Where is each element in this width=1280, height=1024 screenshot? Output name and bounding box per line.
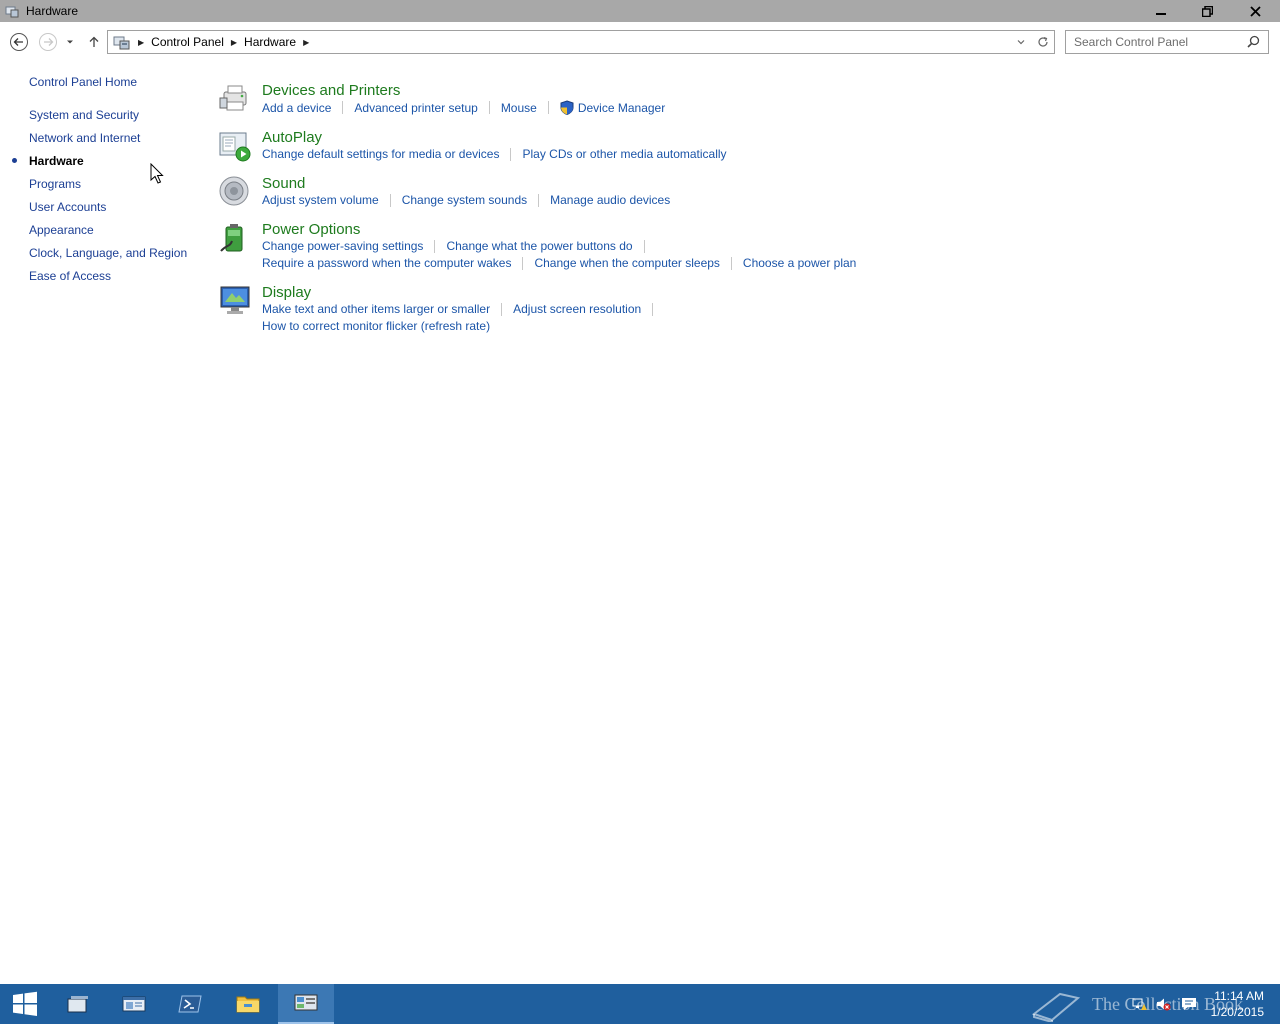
display-link[interactable]: Display xyxy=(262,284,311,301)
control-panel-icon xyxy=(113,34,131,50)
change-system-sounds-link[interactable]: Change system sounds xyxy=(402,193,527,207)
nav-network-and-internet[interactable]: Network and Internet xyxy=(29,131,140,145)
nav-hardware[interactable]: Hardware xyxy=(29,154,84,168)
add-a-device-link[interactable]: Add a device xyxy=(262,101,331,115)
choose-power-plan-link[interactable]: Choose a power plan xyxy=(743,256,856,270)
nav-clock-language-region[interactable]: Clock, Language, and Region xyxy=(29,246,187,260)
recent-locations-dropdown[interactable] xyxy=(61,31,79,53)
windows-logo-icon xyxy=(13,991,37,1016)
breadcrumb-arrow-icon[interactable]: ▶ xyxy=(303,38,309,47)
separator xyxy=(510,147,512,161)
nav-user-accounts[interactable]: User Accounts xyxy=(29,200,106,214)
breadcrumb-arrow-icon[interactable]: ▶ xyxy=(231,38,237,47)
printer-icon[interactable] xyxy=(218,82,252,116)
nav-programs[interactable]: Programs xyxy=(29,177,81,191)
server-manager-button[interactable] xyxy=(106,984,162,1024)
separator xyxy=(389,193,391,207)
address-bar[interactable]: ▶ Control Panel ▶ Hardware ▶ xyxy=(107,30,1055,54)
uac-shield-icon xyxy=(560,100,574,115)
adjust-screen-resolution-link[interactable]: Adjust screen resolution xyxy=(513,302,641,316)
clock-date: 1/20/2015 xyxy=(1210,1005,1264,1019)
powershell-button[interactable] xyxy=(162,984,218,1024)
title-bar: Hardware xyxy=(0,0,1280,22)
refresh-icon[interactable] xyxy=(1032,36,1054,48)
file-explorer-button[interactable] xyxy=(220,984,276,1024)
start-button[interactable] xyxy=(0,984,50,1024)
taskbar: The Collection Book 11:14 AM 1/20/2015 xyxy=(0,984,1280,1024)
breadcrumb-control-panel[interactable]: Control Panel xyxy=(151,35,224,49)
network-icon[interactable] xyxy=(1128,996,1150,1012)
change-power-buttons-link[interactable]: Change what the power buttons do xyxy=(446,239,632,253)
search-box[interactable] xyxy=(1065,30,1269,54)
control-panel-icon xyxy=(4,3,20,19)
change-default-media-settings-link[interactable]: Change default settings for media or dev… xyxy=(262,147,499,161)
devices-and-printers-link[interactable]: Devices and Printers xyxy=(262,82,400,99)
correct-monitor-flicker-link[interactable]: How to correct monitor flicker (refresh … xyxy=(262,319,490,333)
separator xyxy=(643,239,645,253)
separator xyxy=(547,101,549,114)
speaker-icon[interactable] xyxy=(218,175,252,209)
separator xyxy=(342,101,344,114)
control-panel-taskbar-button[interactable] xyxy=(278,984,334,1024)
nav-system-and-security[interactable]: System and Security xyxy=(29,108,139,122)
separator xyxy=(501,302,503,316)
device-manager-link[interactable]: Device Manager xyxy=(560,100,665,115)
manage-audio-devices-link[interactable]: Manage audio devices xyxy=(550,193,670,207)
navigation-bar: ▶ Control Panel ▶ Hardware ▶ xyxy=(0,22,1280,60)
breadcrumb-hardware[interactable]: Hardware xyxy=(244,35,296,49)
make-text-larger-link[interactable]: Make text and other items larger or smal… xyxy=(262,302,490,316)
restore-button[interactable] xyxy=(1184,0,1230,22)
server-manager-icon xyxy=(122,996,146,1012)
control-panel-icon xyxy=(294,994,318,1011)
mouse-link[interactable]: Mouse xyxy=(501,101,537,115)
nav-appearance[interactable]: Appearance xyxy=(29,223,94,237)
adjust-system-volume-link[interactable]: Adjust system volume xyxy=(262,193,379,207)
task-view-button[interactable] xyxy=(50,984,106,1024)
current-item-bullet-icon xyxy=(12,158,17,163)
search-icon[interactable] xyxy=(1247,35,1260,51)
minimize-button[interactable] xyxy=(1138,0,1184,22)
separator xyxy=(538,193,540,207)
autoplay-link[interactable]: AutoPlay xyxy=(262,129,322,146)
require-password-on-wake-link[interactable]: Require a password when the computer wak… xyxy=(262,256,511,270)
back-button[interactable] xyxy=(8,31,30,53)
separator xyxy=(522,256,524,270)
address-dropdown-icon[interactable] xyxy=(1010,37,1032,47)
volume-muted-icon[interactable] xyxy=(1150,996,1176,1012)
device-manager-label: Device Manager xyxy=(577,100,666,115)
book-icon xyxy=(1031,992,1081,1022)
clock[interactable]: 11:14 AM 1/20/2015 xyxy=(1211,988,1264,1020)
folder-icon xyxy=(236,996,260,1013)
sound-link[interactable]: Sound xyxy=(262,175,305,192)
mouse-cursor-icon xyxy=(150,162,164,188)
separator xyxy=(434,239,436,253)
separator xyxy=(652,302,654,316)
powershell-icon xyxy=(178,995,202,1013)
autoplay-icon[interactable] xyxy=(218,129,252,163)
change-power-saving-settings-link[interactable]: Change power-saving settings xyxy=(262,239,423,253)
close-button[interactable] xyxy=(1230,0,1280,22)
separator xyxy=(488,101,490,114)
separator xyxy=(730,256,732,270)
action-center-icon[interactable] xyxy=(1176,996,1202,1012)
breadcrumb-arrow-icon[interactable]: ▶ xyxy=(138,38,144,47)
battery-icon[interactable] xyxy=(218,221,252,255)
forward-button[interactable] xyxy=(37,31,59,53)
clock-time: 11:14 AM xyxy=(1214,989,1264,1003)
monitor-icon[interactable] xyxy=(218,284,252,318)
up-button[interactable] xyxy=(83,31,105,53)
nav-ease-of-access[interactable]: Ease of Access xyxy=(29,269,111,283)
window-title: Hardware xyxy=(26,4,79,18)
system-tray xyxy=(1128,984,1202,1024)
control-panel-home-link[interactable]: Control Panel Home xyxy=(29,75,137,89)
task-view-icon xyxy=(67,996,88,1013)
search-input[interactable] xyxy=(1074,35,1246,49)
advanced-printer-setup-link[interactable]: Advanced printer setup xyxy=(354,101,477,115)
change-when-computer-sleeps-link[interactable]: Change when the computer sleeps xyxy=(534,256,719,270)
play-cds-automatically-link[interactable]: Play CDs or other media automatically xyxy=(522,147,726,161)
power-options-link[interactable]: Power Options xyxy=(262,221,360,238)
